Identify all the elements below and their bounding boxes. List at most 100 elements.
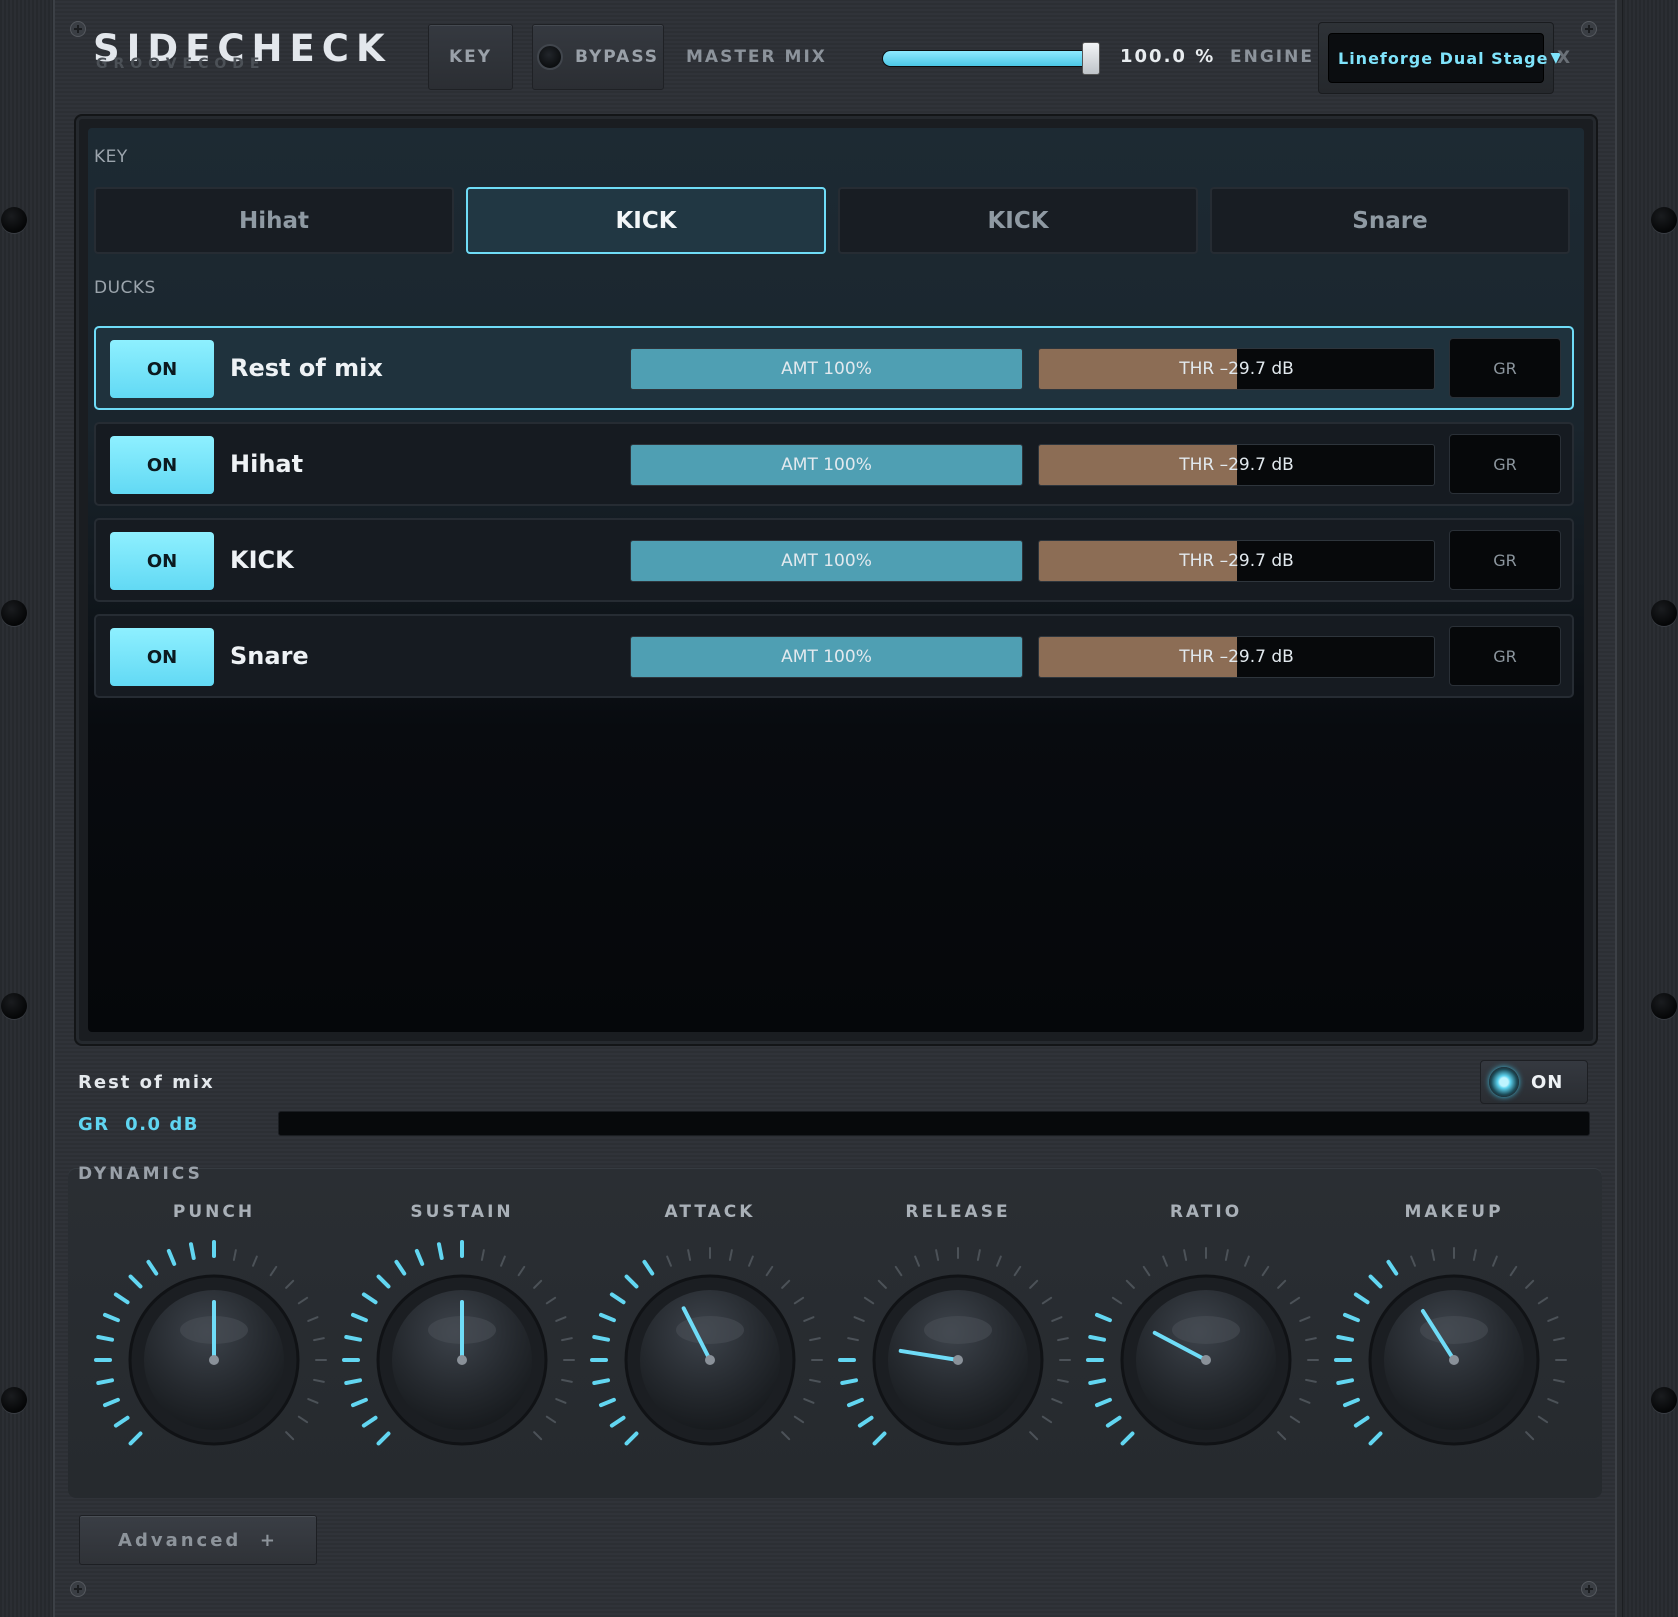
knob-tick-lit (376, 1274, 391, 1289)
screw-icon (70, 21, 86, 37)
knob-tick-lit (1353, 1415, 1370, 1428)
knob-tick-lit (1342, 1397, 1360, 1408)
knob-tick (252, 1255, 258, 1267)
rail-hole (1, 1387, 27, 1413)
knob-tick (1277, 1279, 1287, 1289)
knob-tick-lit (1368, 1274, 1383, 1289)
close-button[interactable]: X (1557, 48, 1570, 68)
knob-tick-lit (1342, 1312, 1360, 1323)
knob-tick-lit (128, 1431, 143, 1446)
knob-tick (1509, 1265, 1518, 1277)
key-tab-kick-2[interactable]: KICK (838, 187, 1198, 254)
duck-row[interactable]: ON Rest of mix AMT 100% THR –29.7 dB GR (94, 326, 1574, 410)
engine-select[interactable]: Lineforge Dual Stage ▼ (1328, 33, 1561, 83)
duck-row[interactable]: ON Hihat AMT 100% THR –29.7 dB GR (94, 422, 1574, 506)
bypass-button[interactable]: BYPASS (532, 24, 664, 90)
knob-tick (1162, 1255, 1168, 1267)
duck-name: Snare (230, 642, 309, 670)
master-mix-slider[interactable] (882, 42, 1100, 75)
knob-tick (555, 1316, 567, 1322)
amount-label: AMT 100% (781, 551, 872, 571)
knob-tick-lit (361, 1415, 378, 1428)
knob-attack[interactable] (590, 1240, 830, 1480)
master-mix-label: MASTER MIX (686, 47, 827, 67)
amount-slider[interactable]: AMT 100% (630, 636, 1023, 678)
knob-label: MAKEUP (1404, 1202, 1504, 1222)
knob-tick (894, 1265, 903, 1277)
knob-tick (307, 1398, 319, 1404)
amount-slider[interactable]: AMT 100% (630, 348, 1023, 390)
knob-highlight (924, 1316, 992, 1344)
knob-tick (1224, 1249, 1229, 1261)
duck-row[interactable]: ON Snare AMT 100% THR –29.7 dB GR (94, 614, 1574, 698)
knob-tick (1537, 1415, 1549, 1424)
threshold-slider[interactable]: THR –29.7 dB (1038, 540, 1435, 582)
power-led-icon (1489, 1067, 1519, 1097)
knob-tick-lit (1094, 1397, 1112, 1408)
screw-icon (1581, 1581, 1597, 1597)
knob-tick-lit (1386, 1259, 1399, 1276)
key-button[interactable]: KEY (428, 24, 513, 90)
threshold-slider[interactable]: THR –29.7 dB (1038, 348, 1435, 390)
rail-hole (1651, 207, 1677, 233)
knob-tick (232, 1249, 237, 1261)
ducks-section-label: DUCKS (94, 278, 156, 298)
knob-tick (666, 1255, 672, 1267)
duck-on-button[interactable]: ON (110, 340, 214, 398)
knob-tick (809, 1337, 821, 1342)
master-mix-handle[interactable] (1082, 42, 1100, 75)
knob-tick-lit (624, 1431, 639, 1446)
knob-tick (1492, 1255, 1498, 1267)
knob-tick (1289, 1296, 1301, 1305)
brand-logo: GROOVECODE SIDECHECK (93, 30, 392, 72)
threshold-slider[interactable]: THR –29.7 dB (1038, 444, 1435, 486)
knob-sustain[interactable] (342, 1240, 582, 1480)
duck-on-button[interactable]: ON (110, 436, 214, 494)
knob-tick (935, 1249, 940, 1261)
gain-reduction-bar (278, 1111, 1590, 1136)
knob-tick (996, 1255, 1002, 1267)
threshold-slider[interactable]: THR –29.7 dB (1038, 636, 1435, 678)
amount-slider[interactable]: AMT 100% (630, 540, 1023, 582)
knob-tick (1057, 1337, 1069, 1342)
key-tab-kick[interactable]: KICK (466, 187, 826, 254)
knob-tick (1289, 1415, 1301, 1424)
knob-tick-lit (96, 1334, 114, 1342)
duck-name: Rest of mix (230, 354, 383, 382)
knob-tick-lit (1088, 1334, 1106, 1342)
duck-on-button[interactable]: ON (110, 628, 214, 686)
duck-on-button[interactable]: ON (110, 532, 214, 590)
selected-duck-on-toggle[interactable]: ON (1480, 1060, 1588, 1104)
knob-tick (297, 1296, 309, 1305)
knob-tick (1041, 1296, 1053, 1305)
advanced-button[interactable]: Advanced + (79, 1515, 317, 1565)
knob-punch[interactable] (94, 1240, 334, 1480)
knob-tick (1125, 1279, 1135, 1289)
knob-tick (863, 1296, 875, 1305)
knob-tick (1041, 1415, 1053, 1424)
key-tab-hihat[interactable]: Hihat (94, 187, 454, 254)
key-tab-snare[interactable]: Snare (1210, 187, 1570, 254)
amount-slider[interactable]: AMT 100% (630, 444, 1023, 486)
knob-tick (517, 1265, 526, 1277)
knob-tick-lit (1120, 1431, 1135, 1446)
amount-label: AMT 100% (781, 647, 872, 667)
knob-label: PUNCH (172, 1202, 256, 1222)
knob-tick-lit (376, 1431, 391, 1446)
knob-tick (793, 1415, 805, 1424)
knob-tick (1431, 1249, 1436, 1261)
knob-tick (313, 1337, 325, 1342)
duck-row[interactable]: ON KICK AMT 100% THR –29.7 dB GR (94, 518, 1574, 602)
knob-tick (1051, 1398, 1063, 1404)
engine-value: Lineforge Dual Stage (1338, 48, 1549, 68)
knob-tick (313, 1378, 325, 1383)
knob-tick (1299, 1398, 1311, 1404)
knob-tick (809, 1378, 821, 1383)
knob-ratio[interactable] (1086, 1240, 1326, 1480)
knob-tick-lit (592, 1334, 610, 1342)
knob-tick (1553, 1378, 1565, 1383)
knob-release[interactable] (838, 1240, 1078, 1480)
knob-tick (1051, 1316, 1063, 1322)
knob-tick-lit (598, 1312, 616, 1323)
knob-makeup[interactable] (1334, 1240, 1574, 1480)
